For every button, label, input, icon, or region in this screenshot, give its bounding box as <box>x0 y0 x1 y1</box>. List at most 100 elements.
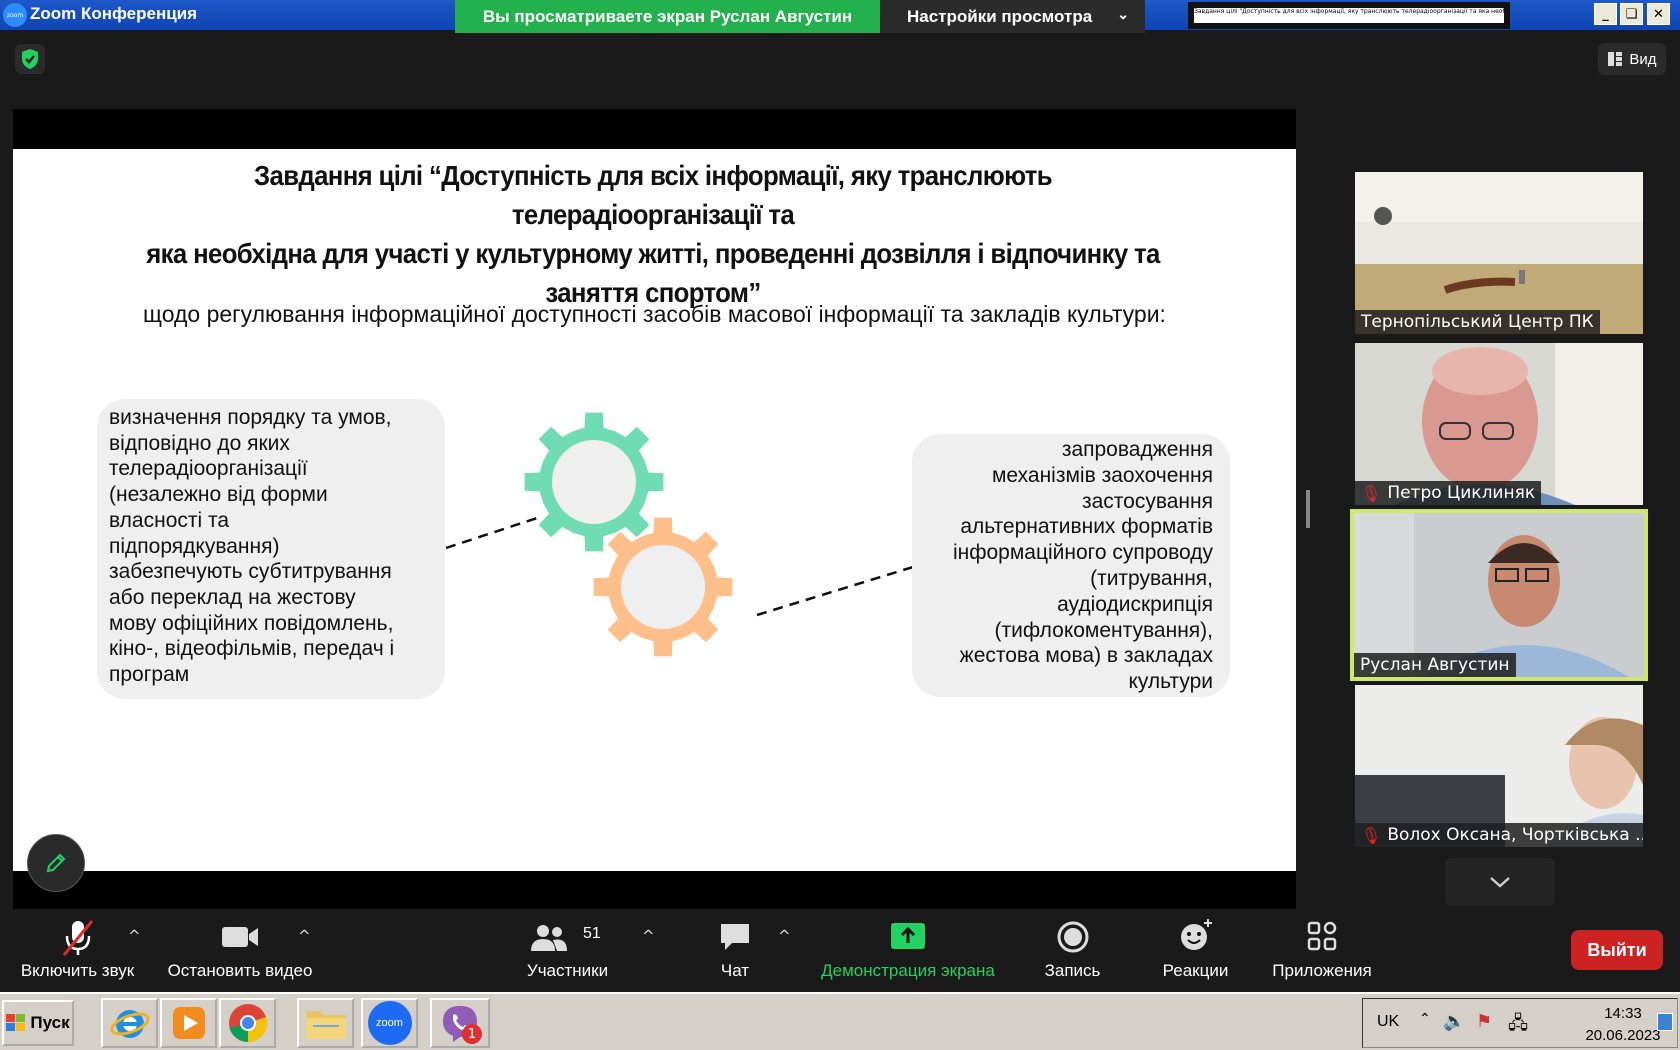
participant-name-label: Руслан Августин <box>1354 653 1516 677</box>
show-desktop-icon[interactable] <box>1657 1013 1673 1031</box>
minimize-button[interactable]: _ <box>1594 3 1617 25</box>
gear-bottom-icon <box>593 517 733 657</box>
reactions-smiley-icon <box>1180 919 1212 950</box>
participants-options-caret[interactable]: ^ <box>642 927 655 945</box>
view-button[interactable]: Вид <box>1598 43 1666 75</box>
view-button-label: Вид <box>1629 50 1657 68</box>
taskbar-chrome[interactable] <box>219 998 276 1048</box>
left-text-box: визначення порядку та умов, відповідно д… <box>97 399 445 699</box>
chat-button[interactable]: Чат <box>695 909 775 992</box>
muted-mic-icon <box>62 920 93 956</box>
clock[interactable]: 14:33 20.06.2023 <box>1578 1003 1668 1047</box>
participant-name-label: Тернопільський Центр ПК <box>1355 310 1600 334</box>
clock-date: 20.06.2023 <box>1585 1027 1661 1044</box>
participant-tile[interactable]: 🎙 Петро Циклиняк <box>1355 343 1643 505</box>
window-title: Zoom Конференция <box>30 4 198 23</box>
thumbnail-text: Завдання цілі "Доступність для всіх інфо… <box>1194 8 1510 15</box>
reactions-label: Реакции <box>1162 961 1229 980</box>
apps-button[interactable]: Приложения <box>1262 909 1382 992</box>
start-label: Пуск <box>30 1013 70 1032</box>
participant-name: Петро Циклиняк <box>1387 483 1536 503</box>
pencil-icon <box>46 853 66 873</box>
shared-screen-thumbnail[interactable]: Завдання цілі "Доступність для всіх інфо… <box>1188 2 1510 29</box>
taskbar-file-explorer[interactable] <box>297 998 354 1048</box>
stop-video-button[interactable]: Остановить видео <box>160 909 320 992</box>
taskbar-viber[interactable]: 1 <box>430 998 490 1048</box>
video-camera-icon <box>222 927 258 947</box>
chevron-down-icon <box>1490 877 1510 888</box>
viber-notification-badge: 1 <box>462 1024 482 1044</box>
unmute-button[interactable]: Включить звук <box>10 909 145 992</box>
reactions-button[interactable]: Реакции <box>1148 909 1243 992</box>
zoom-meeting-window: zoom Zoom Конференция Вы просматриваете … <box>0 0 1680 1050</box>
share-screen-icon <box>891 923 925 949</box>
video-options-caret[interactable]: ^ <box>298 927 311 945</box>
shared-screen: Завдання цілі “Доступність для всіх інфо… <box>13 109 1296 909</box>
participant-name: Руслан Августин <box>1360 655 1510 675</box>
apps-label: Приложения <box>1272 961 1372 980</box>
windows-taskbar: Пуск zoom 1 UK ⌃ 🔈 ⚑ 🖧 14:33 20.06.2023 <box>0 992 1680 1050</box>
taskbar-internet-explorer[interactable] <box>101 998 158 1048</box>
participant-tile[interactable]: 🎙 Волох Оксана, Чортківська ... <box>1355 685 1643 847</box>
presentation-slide: Завдання цілі “Доступність для всіх інфо… <box>13 149 1296 871</box>
folder-icon <box>305 1011 346 1039</box>
internet-explorer-icon <box>109 1010 150 1038</box>
close-button[interactable]: ✕ <box>1647 3 1670 25</box>
leave-meeting-button[interactable]: Выйти <box>1571 930 1663 970</box>
annotate-button[interactable] <box>27 834 85 892</box>
participants-button[interactable]: 51 Участники <box>490 909 645 992</box>
muted-mic-icon: 🎙 <box>1361 825 1382 845</box>
media-player-icon <box>172 1007 205 1039</box>
view-options-dropdown[interactable]: Настройки просмотра ⌄ <box>880 0 1145 33</box>
participant-name: Тернопільський Центр ПК <box>1361 312 1594 332</box>
right-box-text: запровадження механізмів заохочення заст… <box>952 438 1213 694</box>
chrome-icon <box>228 1004 267 1043</box>
record-label: Запись <box>1044 961 1101 980</box>
meeting-toolbar: Включить звук ^ Остановить видео ^ 51 Уч… <box>0 909 1680 992</box>
maximize-button[interactable]: ❏ <box>1620 3 1643 25</box>
network-icon[interactable]: 🖧 <box>1508 1011 1528 1041</box>
volume-icon[interactable]: 🔈 <box>1443 1011 1465 1032</box>
taskbar-media-player[interactable] <box>160 998 217 1048</box>
record-button[interactable]: Запись <box>1030 909 1115 992</box>
share-screen-button[interactable]: Демонстрация экрана <box>808 909 1008 992</box>
rail-scroll-down-button[interactable] <box>1445 858 1555 906</box>
action-center-flag-icon[interactable]: ⚑ <box>1476 1011 1492 1032</box>
zoom-app-icon: zoom <box>367 1001 412 1045</box>
participants-label: Участники <box>526 961 609 980</box>
gear-hole <box>621 545 705 629</box>
keyboard-language[interactable]: UK <box>1377 1013 1399 1031</box>
chat-bubble-icon <box>721 924 749 950</box>
unmute-label: Включить звук <box>20 961 135 980</box>
participant-name-label: 🎙 Волох Оксана, Чортківська ... <box>1355 823 1643 847</box>
start-button[interactable]: Пуск <box>2 1000 74 1046</box>
participant-tile-active-speaker[interactable]: Руслан Августин <box>1350 509 1648 681</box>
rail-resize-handle[interactable] <box>1306 490 1310 528</box>
participants-icon <box>530 925 567 951</box>
share-screen-label: Демонстрация экрана <box>821 961 995 980</box>
security-shield-icon[interactable] <box>15 44 45 74</box>
clock-time: 14:33 <box>1604 1005 1642 1022</box>
show-hidden-icons-icon[interactable]: ⌃ <box>1419 1011 1431 1027</box>
chevron-down-icon: ⌄ <box>1117 6 1129 22</box>
zoom-logo-icon: zoom <box>3 3 27 27</box>
chat-label: Чат <box>720 961 750 980</box>
window-titlebar: zoom Zoom Конференция Вы просматриваете … <box>0 0 1680 33</box>
taskbar-zoom[interactable]: zoom <box>361 998 418 1048</box>
windows-logo-icon <box>6 1014 26 1031</box>
record-icon <box>1057 921 1088 953</box>
chat-options-caret[interactable]: ^ <box>778 927 791 945</box>
participant-tile[interactable]: Тернопільський Центр ПК <box>1355 172 1643 334</box>
right-connector-line <box>756 565 914 617</box>
audio-options-caret[interactable]: ^ <box>128 927 141 945</box>
apps-icon <box>1307 921 1337 951</box>
left-connector-line <box>445 516 538 550</box>
view-layout-icon <box>1608 52 1623 66</box>
stop-video-label: Остановить видео <box>167 961 313 980</box>
participant-name-label: 🎙 Петро Циклиняк <box>1355 481 1542 505</box>
participants-count: 51 <box>583 925 601 942</box>
muted-mic-icon: 🎙 <box>1361 483 1382 503</box>
right-text-box: запровадження механізмів заохочення заст… <box>912 434 1230 697</box>
gear-hole <box>552 440 636 524</box>
share-banner: Вы просматриваете экран Руслан Августин <box>455 0 880 33</box>
